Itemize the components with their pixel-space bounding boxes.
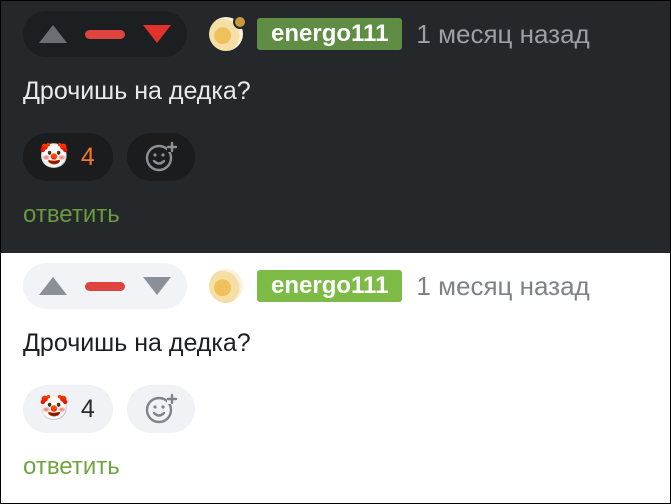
comment-text: Дрочишь на дедка?: [23, 77, 251, 105]
clown-emoji-icon: 🤡: [39, 395, 69, 422]
smiley-plus-icon: [145, 141, 178, 172]
upvote-icon[interactable]: [39, 277, 67, 295]
smiley-plus-icon: [145, 393, 178, 424]
reaction-button[interactable]: 🤡 4: [23, 385, 113, 433]
reaction-count: 4: [80, 142, 95, 171]
comment-text: Дрочишь на дедка?: [23, 329, 251, 357]
comment-dark: energo111 1 месяц назад Дрочишь на дедка…: [1, 1, 670, 253]
downvote-icon[interactable]: [143, 25, 171, 43]
add-reaction-button[interactable]: [127, 133, 195, 181]
screenshot-frame: energo111 1 месяц назад Дрочишь на дедка…: [0, 0, 671, 504]
avatar[interactable]: [209, 15, 247, 51]
comment-header: energo111 1 месяц назад: [23, 11, 590, 57]
downvote-icon[interactable]: [143, 277, 171, 295]
online-dot-icon: [233, 15, 247, 29]
rating-dash: [85, 29, 125, 39]
vote-widget: [23, 263, 187, 309]
vote-widget: [23, 11, 187, 57]
comment-light: energo111 1 месяц назад Дрочишь на дедка…: [1, 253, 670, 503]
reaction-button[interactable]: 🤡 4: [23, 133, 113, 181]
rating-dash: [85, 281, 125, 291]
timestamp: 1 месяц назад: [416, 18, 590, 49]
upvote-icon[interactable]: [39, 25, 67, 43]
reaction-count: 4: [80, 394, 95, 423]
reactions-row: 🤡 4: [23, 385, 195, 433]
clown-emoji-icon: 🤡: [39, 143, 69, 170]
reactions-row: 🤡 4: [23, 133, 195, 181]
username-badge[interactable]: energo111: [257, 270, 403, 302]
reply-link[interactable]: ответить: [23, 201, 120, 229]
timestamp: 1 месяц назад: [416, 270, 590, 301]
reply-link[interactable]: ответить: [23, 453, 120, 481]
comment-header: energo111 1 месяц назад: [23, 263, 590, 309]
avatar[interactable]: [209, 269, 243, 303]
username-badge[interactable]: energo111: [257, 18, 403, 50]
add-reaction-button[interactable]: [127, 385, 195, 433]
